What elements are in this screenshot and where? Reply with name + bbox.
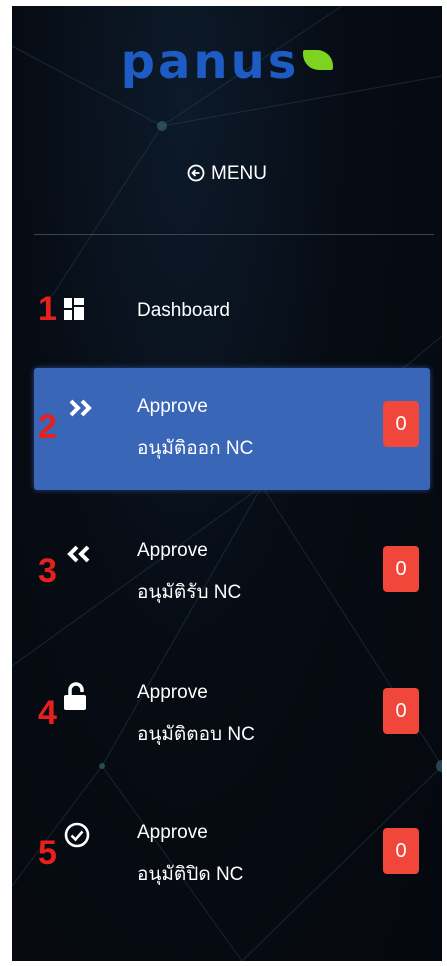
chevrons-left-icon bbox=[66, 544, 92, 570]
check-circle-icon bbox=[64, 822, 90, 854]
chevrons-right-icon bbox=[69, 398, 95, 424]
nav-item-approve-out[interactable]: 2 Approve อนุมัติออก NC 0 bbox=[34, 368, 430, 490]
annotation-number: 5 bbox=[38, 834, 57, 872]
nav-sublabel: อนุมัติรับ NC bbox=[137, 582, 242, 603]
annotation-number: 4 bbox=[38, 694, 57, 732]
count-badge: 0 bbox=[383, 828, 419, 874]
nav-label: Approve bbox=[137, 682, 208, 703]
annotation-number: 1 bbox=[38, 290, 57, 328]
annotation-number: 2 bbox=[38, 408, 57, 446]
nav-sublabel: อนุมัติออก NC bbox=[137, 438, 254, 459]
count-badge: 0 bbox=[383, 688, 419, 734]
nav-item-approve-receive[interactable]: 3 Approve อนุมัติรับ NC 0 bbox=[34, 524, 430, 624]
nav-sublabel: อนุมัติตอบ NC bbox=[137, 724, 255, 745]
count-badge: 0 bbox=[383, 401, 419, 447]
count-badge: 0 bbox=[383, 546, 419, 592]
unlock-icon bbox=[64, 682, 88, 716]
nav-item-approve-close[interactable]: 5 Approve อนุมัติปิด NC 0 bbox=[34, 806, 430, 906]
nav-label: Approve bbox=[137, 822, 208, 843]
nav-sublabel: อนุมัติปิด NC bbox=[137, 864, 244, 885]
nav-label: Dashboard bbox=[137, 300, 230, 321]
leaf-icon bbox=[303, 50, 334, 70]
nav-item-dashboard[interactable]: 1 Dashboard bbox=[34, 286, 430, 336]
nav-item-approve-answer[interactable]: 4 Approve อนุมัติตอบ NC 0 bbox=[34, 666, 430, 766]
nav-label: Approve bbox=[137, 540, 208, 561]
logo: panus bbox=[12, 34, 442, 90]
menu-toggle-button[interactable]: MENU bbox=[12, 163, 442, 188]
sidebar: panus MENU 1 Dashboard 2 Approve อนุมัติ… bbox=[12, 6, 442, 961]
menu-label: MENU bbox=[211, 163, 267, 184]
divider bbox=[34, 234, 434, 235]
annotation-number: 3 bbox=[38, 552, 57, 590]
arrow-left-circle-icon bbox=[187, 164, 205, 188]
grid-icon bbox=[64, 298, 84, 326]
nav-label: Approve bbox=[137, 396, 208, 417]
logo-text: panus bbox=[120, 34, 300, 90]
